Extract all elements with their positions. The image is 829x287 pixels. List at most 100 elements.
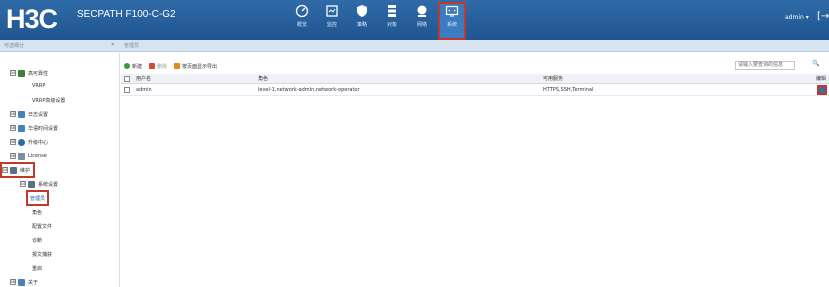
tree-item-packet-capture[interactable]: 报文捕获: [32, 248, 52, 260]
monitor-icon: [325, 4, 339, 18]
ha-icon: [18, 69, 25, 77]
tree-label: 华语时间设置: [28, 125, 59, 132]
tree-label: 重启: [32, 265, 43, 272]
expand-toggle-icon[interactable]: ⊞: [10, 153, 16, 159]
col-edit: 编辑: [816, 76, 827, 82]
nav-network-label: 网络: [416, 22, 427, 28]
expand-toggle-icon[interactable]: ⊞: [10, 125, 16, 131]
add-icon: [124, 63, 130, 69]
sub-bar: 可选细分 « 管理员: [0, 40, 829, 52]
clock-icon: [18, 124, 25, 132]
user-menu[interactable]: admin ▾: [785, 14, 809, 22]
tree-item-vrrp-advanced[interactable]: VRRP高级设置: [32, 94, 65, 106]
nav-monitor-label: 监控: [326, 22, 337, 28]
nav-dashboard-label: 概览: [296, 22, 307, 28]
collapse-toggle-icon[interactable]: ⊟: [20, 181, 26, 187]
nav-network[interactable]: 网络: [410, 4, 434, 38]
sidebar-tree: ⊟ 高可靠性 VRRP VRRP高级设置 ⊞ 日志设置 ⊞ 华语时间设置 ⊞ 升…: [0, 53, 120, 287]
license-icon: [18, 152, 25, 160]
cell-services: HTTPS,SSH,Terminal: [543, 86, 594, 93]
new-button-label: 新建: [132, 63, 143, 70]
brand-logo: H3C: [6, 4, 58, 34]
tree-label: 高可靠性: [28, 70, 49, 77]
delete-button[interactable]: 删除: [149, 63, 167, 70]
trash-icon: [149, 63, 156, 69]
settings-icon: [28, 180, 35, 188]
app-window: H3C SECPATH F100-C-G2 概览 监控 策略 对象 网络 系统 …: [0, 0, 829, 287]
cell-username: admin: [136, 86, 152, 93]
col-role[interactable]: 角色: [258, 74, 268, 83]
nav-objects-label: 对象: [386, 22, 397, 28]
tree-label: 角色: [32, 209, 43, 216]
row-checkbox[interactable]: [124, 84, 130, 95]
nav-dashboard[interactable]: 概览: [290, 4, 314, 38]
tree-label: 诊断: [32, 237, 43, 244]
collapse-toggle-icon[interactable]: ⊟: [2, 167, 8, 173]
tree-item-time[interactable]: ⊞ 华语时间设置: [10, 122, 58, 134]
export-icon: [174, 63, 181, 69]
nav-policy-label: 策略: [356, 22, 367, 28]
tree-item-about[interactable]: ⊞ 关于: [10, 276, 38, 287]
tree-item-maintenance[interactable]: ⊟ 维护: [0, 162, 36, 178]
table-row[interactable]: admin level-1,network-admin,network-oper…: [121, 84, 829, 96]
main-nav: 概览 监控 策略 对象 网络 系统: [290, 2, 470, 40]
tree-label: 升级中心: [28, 139, 49, 146]
nav-system[interactable]: 系统: [438, 2, 466, 40]
table-header: 用户名 角色 可用服务 编辑: [121, 74, 829, 84]
tree-item-log[interactable]: ⊞ 日志设置: [10, 108, 48, 120]
tree-label: 管理员: [30, 195, 46, 202]
wrench-icon: [10, 166, 17, 174]
edit-icon[interactable]: [817, 84, 827, 95]
shield-icon: [355, 4, 369, 18]
nav-system-label: 系统: [446, 22, 457, 28]
top-header: H3C SECPATH F100-C-G2 概览 监控 策略 对象 网络 系统 …: [0, 0, 829, 40]
tree-item-diagnosis[interactable]: 诊断: [32, 234, 42, 246]
tree-label: VRRP高级设置: [32, 97, 66, 104]
logout-icon[interactable]: [→: [817, 11, 829, 23]
log-icon: [18, 110, 25, 118]
search-input[interactable]: 请输入要查询的信息: [735, 61, 795, 70]
product-name: SECPATH F100-C-G2: [77, 9, 176, 20]
tree-label: 配置文件: [32, 223, 53, 230]
expand-toggle-icon[interactable]: ⊞: [10, 139, 16, 145]
expand-toggle-icon[interactable]: ⊞: [10, 279, 16, 285]
tree-item-vrrp[interactable]: VRRP: [32, 80, 45, 92]
tree-item-ha[interactable]: ⊟ 高可靠性: [10, 67, 48, 79]
export-button-label: 按页面显示导出: [182, 63, 218, 70]
about-icon: [18, 278, 25, 286]
nav-policy[interactable]: 策略: [350, 4, 374, 38]
select-all-checkbox[interactable]: [124, 74, 130, 83]
search-icon[interactable]: 🔍: [812, 60, 819, 67]
system-icon: [445, 4, 459, 18]
tree-label: 日志设置: [28, 111, 49, 118]
sidebar-caption: 可选细分: [4, 43, 25, 49]
export-button[interactable]: 按页面显示导出: [174, 63, 217, 70]
expand-toggle-icon[interactable]: ⊞: [10, 111, 16, 117]
upgrade-icon: [18, 138, 25, 146]
collapse-toggle-icon[interactable]: ⊟: [10, 70, 16, 76]
col-services[interactable]: 可用服务: [543, 74, 563, 83]
tree-item-config-file[interactable]: 配置文件: [32, 220, 52, 232]
tree-label: 维护: [20, 167, 31, 174]
collapse-sidebar-icon[interactable]: «: [111, 41, 115, 48]
tree-item-upgrade[interactable]: ⊞ 升级中心: [10, 136, 48, 148]
cell-role: level-1,network-admin,network-operator: [258, 86, 360, 93]
globe-icon: [415, 4, 429, 18]
dashboard-icon: [295, 4, 309, 18]
action-toolbar: 新建 删除 按页面显示导出: [121, 60, 829, 72]
tree-item-role[interactable]: 角色: [32, 206, 42, 218]
tree-label: 报文捕获: [32, 251, 53, 258]
col-username[interactable]: 用户名: [136, 74, 151, 83]
tree-label: 系统设置: [38, 181, 59, 188]
tree-item-system-settings[interactable]: ⊟ 系统设置: [20, 178, 58, 190]
tree-label: License: [28, 153, 47, 159]
tree-item-reboot[interactable]: 重启: [32, 262, 42, 274]
admin-table: 用户名 角色 可用服务 编辑 admin level-1,network-adm…: [121, 74, 829, 96]
tree-item-license[interactable]: ⊞ License: [10, 150, 47, 162]
new-button[interactable]: 新建: [124, 63, 142, 70]
nav-monitor[interactable]: 监控: [320, 4, 344, 38]
nav-objects[interactable]: 对象: [380, 4, 404, 38]
breadcrumb: 管理员: [124, 43, 140, 49]
tree-item-admin[interactable]: 管理员: [25, 190, 50, 206]
delete-button-label: 删除: [157, 63, 168, 70]
